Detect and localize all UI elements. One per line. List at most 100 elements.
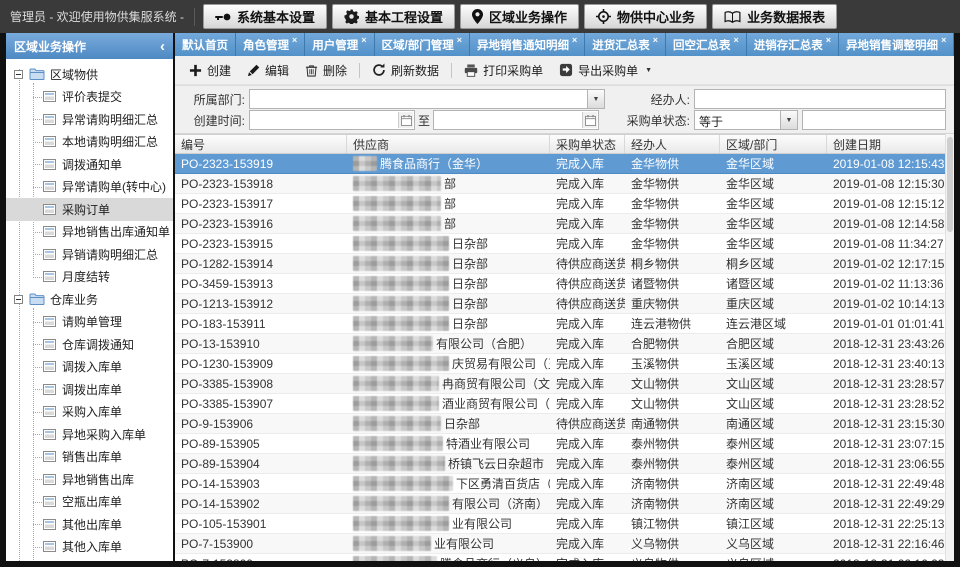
tree-item[interactable]: 异销出库调整 [33,558,173,561]
tree-folder-0[interactable]: 区域物供 [6,63,173,86]
date-from-input[interactable] [249,110,415,130]
table-row[interactable]: PO-14-153903下区勇清百货店（济南）完成入库济南物供济南区域2018-… [175,474,954,494]
calendar-icon[interactable] [398,112,413,128]
tab-0[interactable]: 默认首页 [175,33,236,56]
column-header-1[interactable]: 供应商 [347,135,550,153]
tree-item[interactable]: 销售出库单 [33,446,173,469]
menu-data-reports[interactable]: 业务数据报表 [712,4,837,29]
tree-item[interactable]: 异常请购单(转中心) [33,176,173,199]
tab-close-icon[interactable]: × [734,35,739,45]
toolbar-button-4[interactable]: 刷新数据 [364,58,447,82]
tab-close-icon[interactable]: × [572,35,577,45]
column-header-3[interactable]: 经办人 [625,135,720,153]
operator-input[interactable] [694,89,946,109]
column-header-0[interactable]: 编号 [175,135,347,153]
status-value-input[interactable] [802,110,946,130]
tree-item[interactable]: 调拨通知单 [33,153,173,176]
column-header-2[interactable]: 采购单状态 [550,135,625,153]
toolbar-button-7[interactable]: 导出采购单▼ [551,58,660,82]
main-panel: 默认首页角色管理×用户管理×区域/部门管理×异地销售通知明细×进货汇总表×回空汇… [175,33,954,561]
tree-item-label: 异销请购明细汇总 [62,246,158,263]
column-header-4[interactable]: 区域/部门 [720,135,827,153]
tab-7[interactable]: 进销存汇总表× [747,33,839,56]
chevron-down-icon[interactable]: ▼ [780,111,797,129]
toolbar-button-6[interactable]: 打印采购单 [456,58,551,82]
tab-close-icon[interactable]: × [653,35,658,45]
tab-close-icon[interactable]: × [361,35,366,45]
toolbar-button-1[interactable]: 编辑 [239,58,297,82]
table-row[interactable]: PO-1282-153914日杂部待供应商送货桐乡物供桐乡区域2019-01-0… [175,254,954,274]
date-to-input[interactable] [433,110,599,130]
menu-system-settings[interactable]: 系统基本设置 [203,4,327,29]
table-row[interactable]: PO-89-153905特酒业有限公司完成入库泰州物供泰州区域2018-12-3… [175,434,954,454]
tree-item[interactable]: 异地销售出库通知单 [33,221,173,244]
dept-select[interactable]: ▼ [249,89,605,109]
tree-item[interactable]: 其他入库单 [33,536,173,559]
column-header-5[interactable]: 创建日期 [827,135,946,153]
tab-3[interactable]: 区域/部门管理× [375,33,470,56]
table-row[interactable]: PO-7-153900业有限公司完成入库义乌物供义乌区域2018-12-31 2… [175,534,954,554]
table-row[interactable]: PO-1230-153909庆贸易有限公司（玉溪）完成入库玉溪物供玉溪区域201… [175,354,954,374]
tab-close-icon[interactable]: × [941,35,946,45]
tree-item[interactable]: 采购入库单 [33,401,173,424]
tree-item[interactable]: 其他出库单 [33,513,173,536]
tree-item[interactable]: 仓库调拨通知 [33,333,173,356]
tab-close-icon[interactable]: × [826,35,831,45]
table-row[interactable]: PO-7-153899腾食品商行（义乌）完成入库义乌物供义乌区域2018-12-… [175,554,954,561]
po-number-cell: PO-7-153900 [175,534,347,553]
tab-2[interactable]: 用户管理× [305,33,374,56]
scrollbar-thumb[interactable] [947,137,953,232]
table-row[interactable]: PO-2323-153919腾食品商行（金华）完成入库金华物供金华区域2019-… [175,154,954,174]
calendar-icon[interactable] [582,112,597,128]
tab-8[interactable]: 异地销售调整明细× [839,33,954,56]
tree-item[interactable]: 本地请购明细汇总 [33,131,173,154]
menu-supply-center[interactable]: 物供中心业务 [584,4,707,29]
table-row[interactable]: PO-2323-153916部完成入库金华物供金华区域2019-01-08 12… [175,214,954,234]
tree-item[interactable]: 异常请购明细汇总 [33,108,173,131]
operator-cell: 济南物供 [625,494,720,513]
tree-item[interactable]: 评价表提交 [33,86,173,109]
tree-item[interactable]: 调拨入库单 [33,356,173,379]
tab-6[interactable]: 回空汇总表× [666,33,747,56]
table-row[interactable]: PO-9-153906日杂部待供应商送货南通物供南通区域2018-12-31 2… [175,414,954,434]
tree-item[interactable]: 月度结转 [33,266,173,289]
tab-close-icon[interactable]: × [292,35,297,45]
table-row[interactable]: PO-105-153901业有限公司完成入库镇江物供镇江区域2018-12-31… [175,514,954,534]
chevron-down-icon[interactable]: ▼ [587,90,604,108]
menu-region-operations[interactable]: 区域业务操作 [460,4,579,29]
table-row[interactable]: PO-89-153904桥镇飞云日杂超市（泰州）完成入库泰州物供泰州区域2018… [175,454,954,474]
table-row[interactable]: PO-14-153902有限公司（济南）完成入库济南物供济南区域2018-12-… [175,494,954,514]
tree-item[interactable]: 采购订单 [33,198,173,221]
region-cell: 连云港区域 [720,314,827,333]
tree-item[interactable]: 调拨出库单 [33,378,173,401]
redacted-blur [353,156,377,171]
tab-5[interactable]: 进货汇总表× [585,33,666,56]
tree-item[interactable]: 异地销售出库 [33,468,173,491]
toolbar-button-0[interactable]: 创建 [181,58,239,82]
table-row[interactable]: PO-2323-153918部完成入库金华物供金华区域2019-01-08 12… [175,174,954,194]
tree-item[interactable]: 空瓶出库单 [33,491,173,514]
tree-folder-1[interactable]: 仓库业务 [6,288,173,311]
chevron-left-icon[interactable]: ‹ [160,39,165,54]
tab-close-icon[interactable]: × [457,35,462,45]
toolbar-button-2[interactable]: 删除 [297,58,355,82]
table-row[interactable]: PO-13-153910有限公司（合肥）完成入库合肥物供合肥区域2018-12-… [175,334,954,354]
table-row[interactable]: PO-183-153911日杂部完成入库连云港物供连云港区域2019-01-01… [175,314,954,334]
table-row[interactable]: PO-2323-153917部完成入库金华物供金华区域2019-01-08 12… [175,194,954,214]
table-row[interactable]: PO-2323-153915日杂部完成入库金华物供金华区域2019-01-08 … [175,234,954,254]
table-row[interactable]: PO-3385-153907酒业商贸有限公司（文山）完成入库文山物供文山区域20… [175,394,954,414]
content-frame: 区域业务操作 ‹ 区域物供评价表提交异常请购明细汇总本地请购明细汇总调拨通知单异… [0,33,960,567]
tree-item[interactable]: 异销请购明细汇总 [33,243,173,266]
status-operator-select[interactable]: 等于 ▼ [694,110,798,130]
tree-item[interactable]: 异地采购入库单 [33,423,173,446]
collapse-expander-icon[interactable] [14,70,23,79]
collapse-expander-icon[interactable] [14,295,23,304]
tree-item[interactable]: 请购单管理 [33,311,173,334]
menu-project-settings[interactable]: 基本工程设置 [332,4,455,29]
tab-4[interactable]: 异地销售通知明细× [470,33,585,56]
tab-1[interactable]: 角色管理× [236,33,305,56]
table-row[interactable]: PO-3385-153908冉商贸有限公司（文山）完成入库文山物供文山区域201… [175,374,954,394]
table-row[interactable]: PO-1213-153912日杂部待供应商送货重庆物供重庆区域2019-01-0… [175,294,954,314]
table-row[interactable]: PO-3459-153913日杂部待供应商送货诸暨物供诸暨区域2019-01-0… [175,274,954,294]
vertical-scrollbar[interactable] [945,134,954,561]
